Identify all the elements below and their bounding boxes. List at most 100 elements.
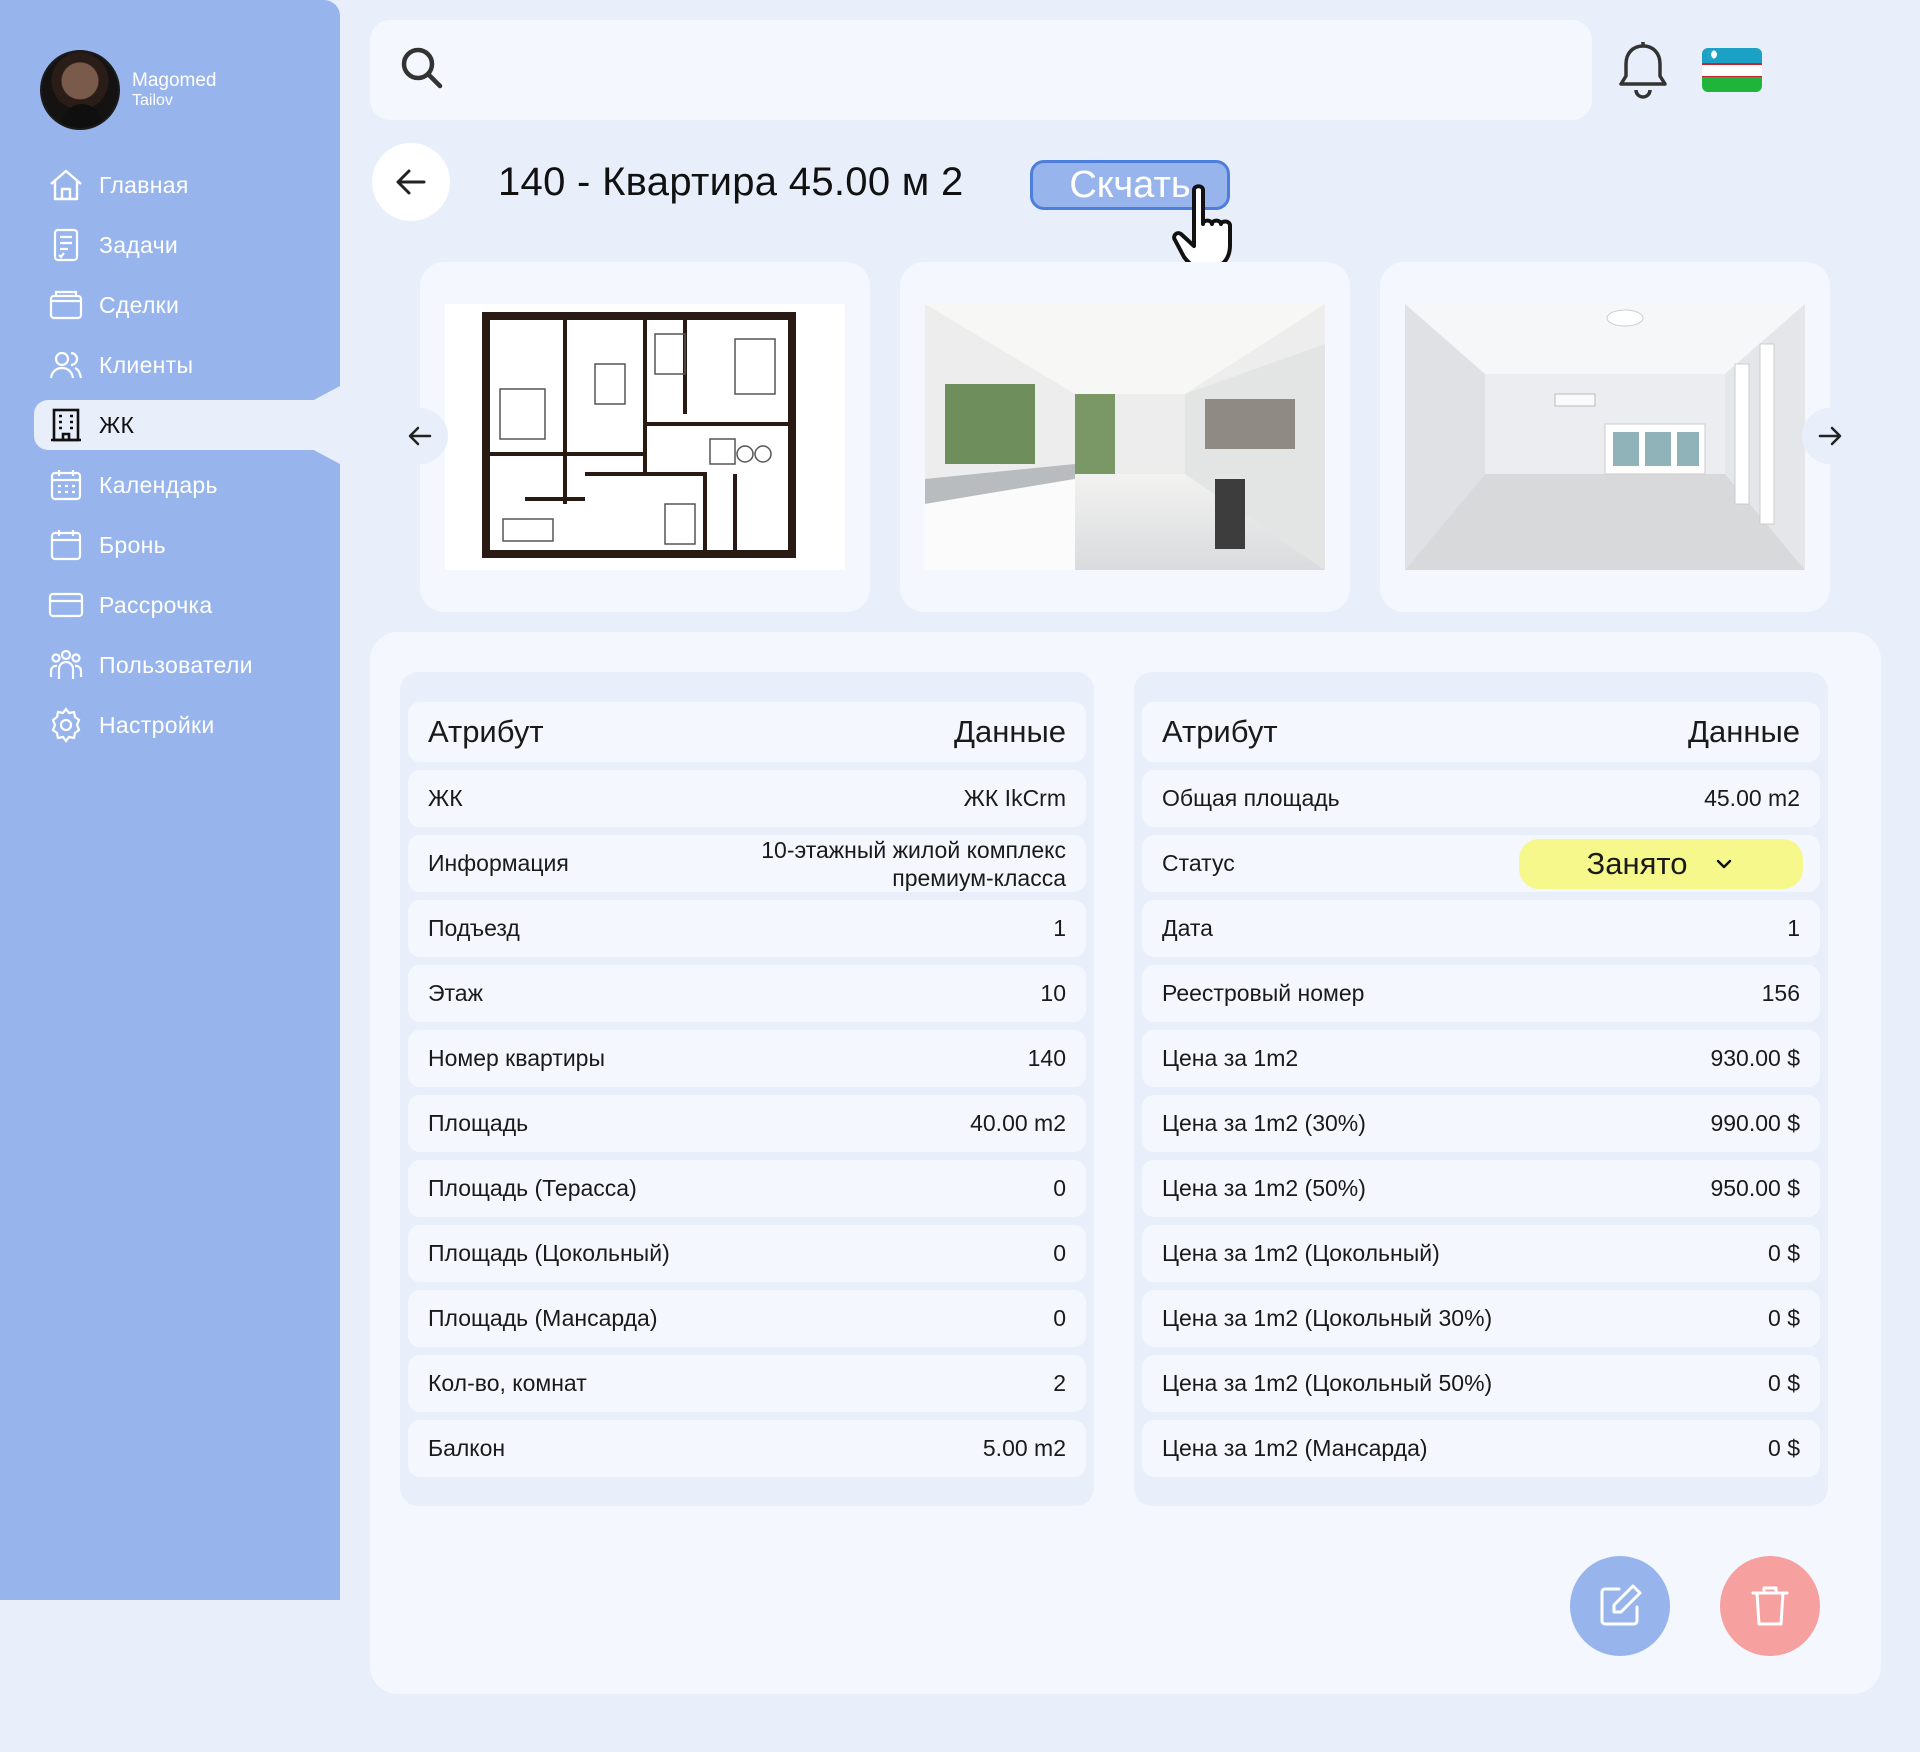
table-row: Площадь (Мансарда) 0 xyxy=(408,1290,1086,1347)
sidebar-item-residential-complex[interactable]: ЖК xyxy=(34,400,340,450)
kitchen-photo xyxy=(925,304,1325,570)
sidebar-item-label: ЖК xyxy=(99,411,135,438)
column-header-attribute: Атрибут xyxy=(428,714,544,749)
notification-bell-icon[interactable] xyxy=(1615,40,1671,100)
row-key: Цена за 1m2 (Цокольный 50%) xyxy=(1162,1370,1493,1396)
table-row: Номер квартиры 140 xyxy=(408,1030,1086,1087)
search-bar[interactable] xyxy=(370,20,1592,120)
sidebar-item-settings[interactable]: Настройки xyxy=(0,700,340,750)
sidebar-item-clients[interactable]: Клиенты xyxy=(0,340,340,390)
card-icon xyxy=(47,586,85,624)
room-photo-card[interactable] xyxy=(1380,262,1830,612)
sidebar-item-label: Задачи xyxy=(99,231,179,258)
row-value: 1 xyxy=(1053,915,1066,941)
row-key: Цена за 1m2 (Цокольный 30%) xyxy=(1162,1305,1493,1331)
edit-icon xyxy=(1600,1584,1642,1626)
sidebar: Magomed Tailov Главная Задачи Сделки Кли… xyxy=(0,0,340,1600)
sidebar-item-label: Главная xyxy=(99,171,189,198)
table-row: Общая площадь 45.00 m2 xyxy=(1142,770,1820,827)
sidebar-nav: Главная Задачи Сделки Клиенты ЖК Календа… xyxy=(0,160,340,760)
row-value: 2 xyxy=(1053,1370,1066,1396)
row-value: 10-этажный жилой комплекс премиум-класса xyxy=(761,836,1066,892)
table-row: Этаж 10 xyxy=(408,965,1086,1022)
calendar-icon xyxy=(47,466,85,504)
attributes-table-right: Атрибут Данные Общая площадь 45.00 m2 Ст… xyxy=(1134,672,1828,1506)
table-row: Цена за 1m2 (Мансарда) 0 $ xyxy=(1142,1420,1820,1477)
table-row: Цена за 1m2 (Цокольный) 0 $ xyxy=(1142,1225,1820,1282)
sidebar-item-label: Клиенты xyxy=(99,351,194,378)
gallery-prev-button[interactable] xyxy=(392,408,448,464)
arrow-left-icon xyxy=(408,426,432,446)
avatar[interactable] xyxy=(40,50,120,130)
table-row: Балкон 5.00 m2 xyxy=(408,1420,1086,1477)
clients-icon xyxy=(47,346,85,384)
row-key: Площадь (Терасса) xyxy=(428,1175,637,1201)
gallery-next-button[interactable] xyxy=(1802,408,1858,464)
table-row: Площадь (Терасса) 0 xyxy=(408,1160,1086,1217)
table-row: Дата 1 xyxy=(1142,900,1820,957)
status-dropdown[interactable]: Занято xyxy=(1519,838,1803,889)
table-row: Цена за 1m2 (50%) 950.00 $ xyxy=(1142,1160,1820,1217)
row-value: 990.00 $ xyxy=(1710,1110,1800,1136)
row-value: 930.00 $ xyxy=(1710,1045,1800,1071)
row-key: Статус xyxy=(1162,850,1235,876)
sidebar-item-booking[interactable]: Бронь xyxy=(0,520,340,570)
trash-icon xyxy=(1751,1586,1789,1626)
row-key: Цена за 1m2 (50%) xyxy=(1162,1175,1366,1201)
back-button[interactable] xyxy=(372,143,450,221)
page-title: 140 - Квартира 45.00 м 2 xyxy=(498,160,964,204)
row-key: Цена за 1m2 (30%) xyxy=(1162,1110,1366,1136)
search-icon[interactable] xyxy=(396,42,448,99)
edit-button[interactable] xyxy=(1570,1556,1670,1656)
row-value: 0 xyxy=(1053,1175,1066,1201)
user-last-name: Tailov xyxy=(132,91,173,109)
row-value: 1 xyxy=(1787,915,1800,941)
table-row: Информация 10-этажный жилой комплекс пре… xyxy=(408,835,1086,892)
sidebar-item-deals[interactable]: Сделки xyxy=(0,280,340,330)
row-value: 0 $ xyxy=(1768,1305,1800,1331)
wallet-icon xyxy=(47,286,85,324)
table-row: Площадь (Цокольный) 0 xyxy=(408,1225,1086,1282)
sidebar-item-tasks[interactable]: Задачи xyxy=(0,220,340,270)
sidebar-item-label: Пользователи xyxy=(99,651,253,678)
table-row: Реестровый номер 156 xyxy=(1142,965,1820,1022)
user-first-name: Magomed xyxy=(132,69,217,91)
info-line-2: премиум-класса xyxy=(892,864,1066,891)
row-key: Цена за 1m2 (Цокольный) xyxy=(1162,1240,1440,1266)
row-key: Балкон xyxy=(428,1435,506,1461)
row-key: Кол-во, комнат xyxy=(428,1370,587,1396)
row-value: 0 $ xyxy=(1768,1370,1800,1396)
row-key: Дата xyxy=(1162,915,1213,941)
row-value: 950.00 $ xyxy=(1710,1175,1800,1201)
kitchen-photo-card[interactable] xyxy=(900,262,1350,612)
home-icon xyxy=(47,166,85,204)
row-value: 45.00 m2 xyxy=(1704,785,1800,811)
row-key: Общая площадь xyxy=(1162,785,1340,811)
sidebar-item-users[interactable]: Пользователи xyxy=(0,640,340,690)
table-row: Кол-во, комнат 2 xyxy=(408,1355,1086,1412)
sidebar-item-calendar[interactable]: Календарь xyxy=(0,460,340,510)
row-key: Площадь xyxy=(428,1110,529,1136)
language-flag-icon[interactable] xyxy=(1702,48,1762,92)
row-value: 140 xyxy=(1027,1045,1066,1071)
chevron-down-icon xyxy=(1717,859,1732,868)
row-key: Цена за 1m2 xyxy=(1162,1045,1299,1071)
attributes-table-left: Атрибут Данные ЖК ЖК IkCrm Информация 10… xyxy=(400,672,1094,1506)
row-key: Реестровый номер xyxy=(1162,980,1365,1006)
sidebar-item-label: Настройки xyxy=(99,711,215,738)
sidebar-item-installments[interactable]: Рассрочка xyxy=(0,580,340,630)
apartment-details-panel: Атрибут Данные ЖК ЖК IkCrm Информация 10… xyxy=(370,632,1881,1694)
sidebar-item-label: Сделки xyxy=(99,291,180,318)
table-row: Статус Занято xyxy=(1142,835,1820,892)
delete-button[interactable] xyxy=(1720,1556,1820,1656)
user-profile[interactable]: Magomed Tailov xyxy=(40,50,217,130)
row-value: 0 $ xyxy=(1768,1240,1800,1266)
sidebar-item-label: Рассрочка xyxy=(99,591,213,618)
row-value: 156 xyxy=(1761,980,1800,1006)
table-row: Подъезд 1 xyxy=(408,900,1086,957)
row-value: 0 $ xyxy=(1768,1435,1800,1461)
row-key: Площадь (Цокольный) xyxy=(428,1240,670,1266)
table-header: Атрибут Данные xyxy=(408,702,1086,762)
floor-plan-image-card[interactable] xyxy=(420,262,870,612)
sidebar-item-home[interactable]: Главная xyxy=(0,160,340,210)
